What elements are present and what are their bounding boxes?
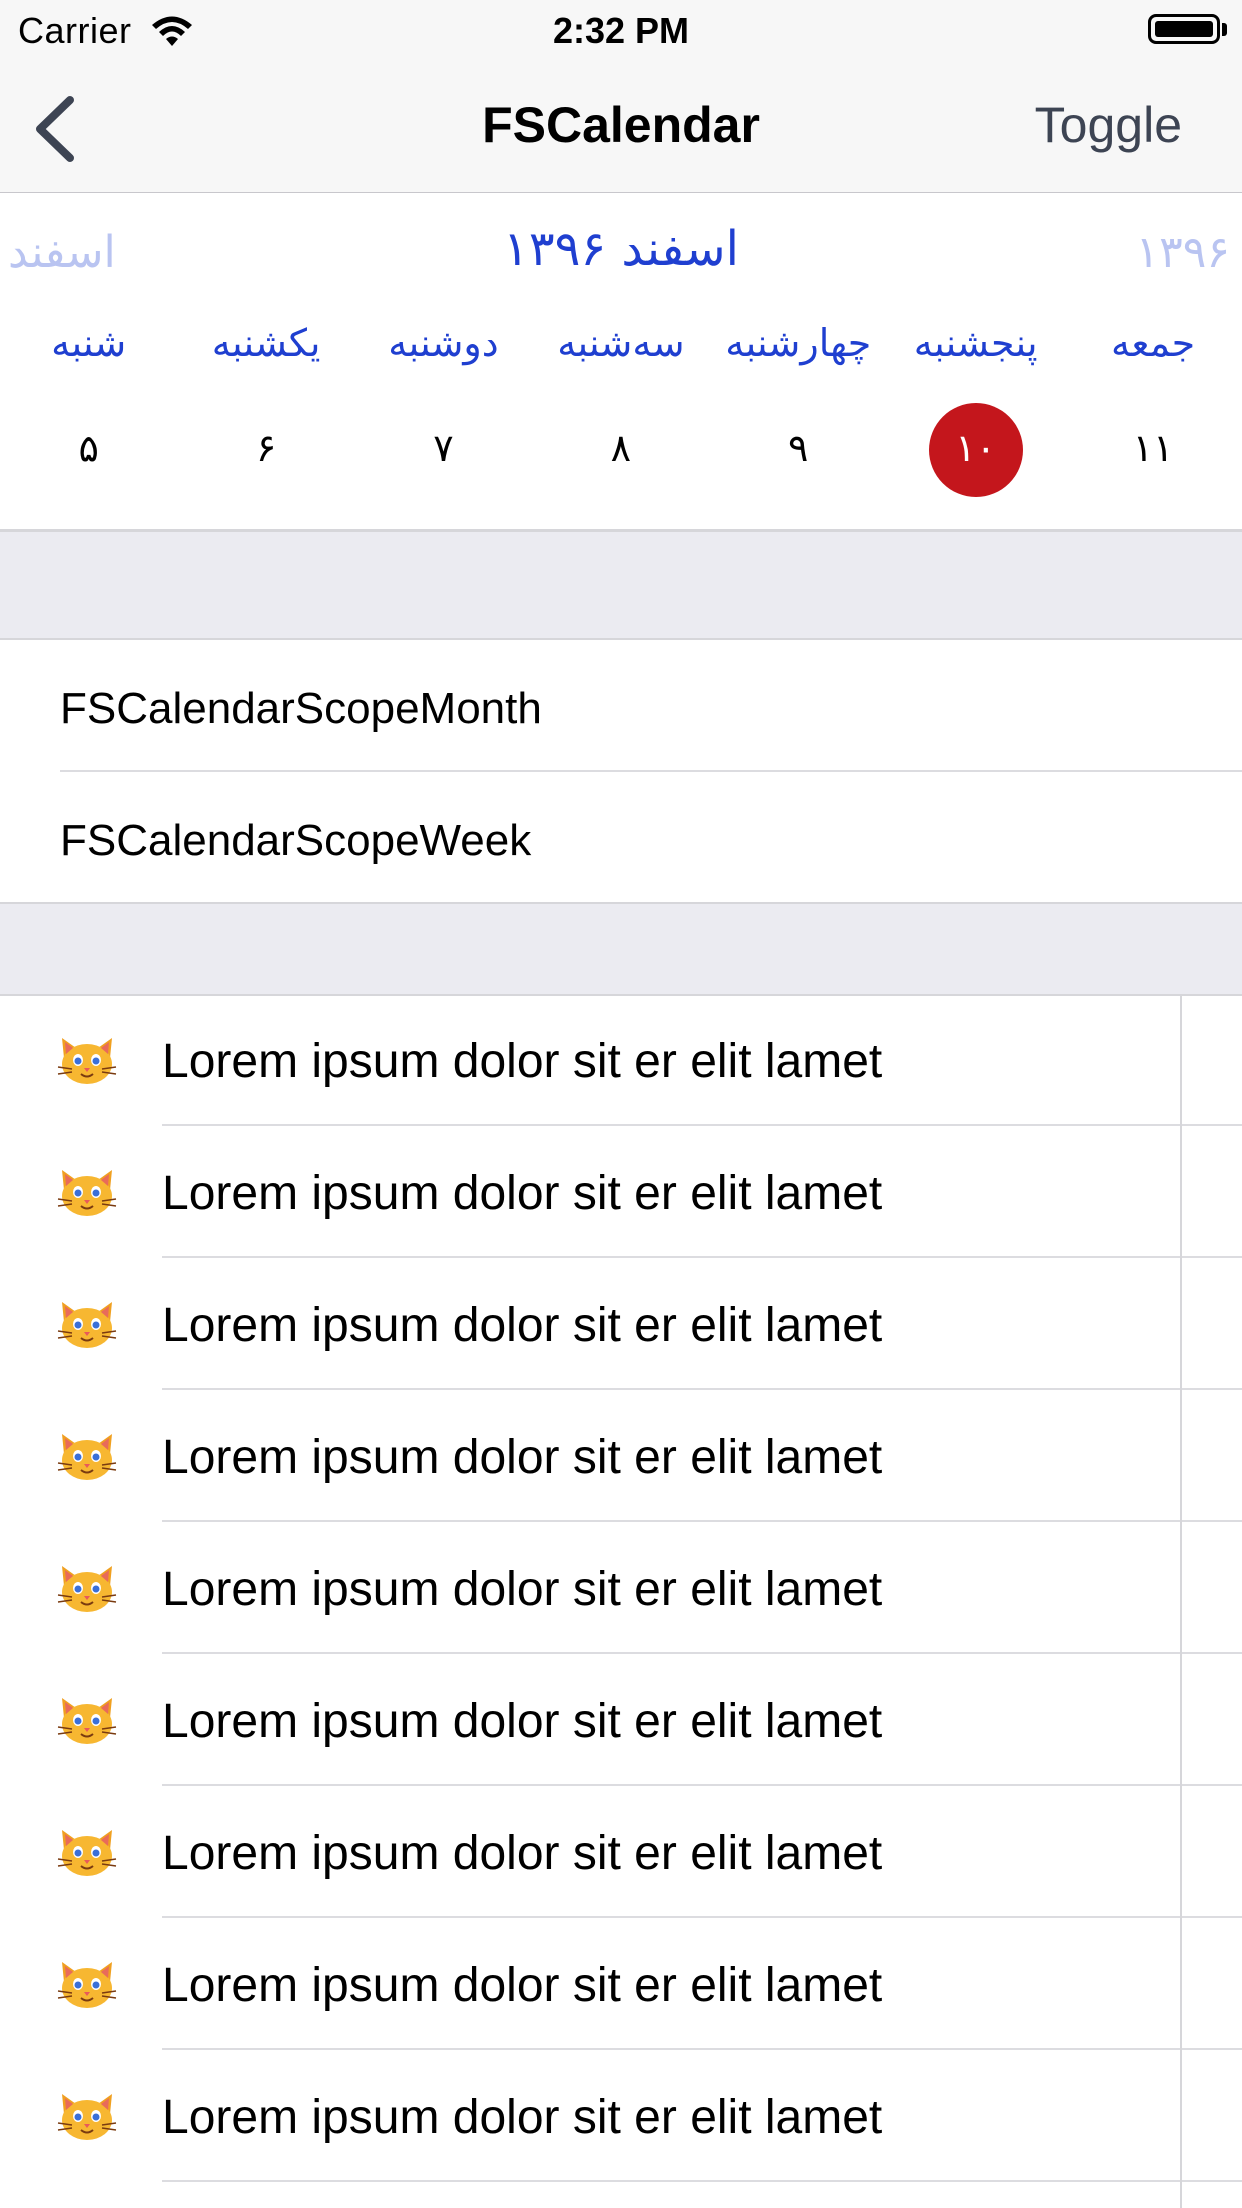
- weekday-tuesday: سه‌شنبه: [557, 321, 685, 365]
- day-number: ۷: [433, 426, 454, 470]
- weekday-friday: جمعه: [1110, 321, 1196, 365]
- day-number: ۱۱: [1132, 426, 1174, 470]
- calendar-day[interactable]: ۸: [532, 403, 709, 503]
- list-item[interactable]: Lorem ipsum dolor sit er elit lamet: [0, 1786, 1242, 1918]
- list-item-text: Lorem ipsum dolor sit er elit lamet: [162, 1695, 883, 1748]
- day-number: ۹: [788, 426, 809, 470]
- list-item-text: Lorem ipsum dolor sit er elit lamet: [162, 1827, 883, 1880]
- scope-week-row[interactable]: FSCalendarScopeWeek: [0, 772, 1242, 904]
- list-item[interactable]: Lorem ipsum dolor sit er elit lamet: [0, 1390, 1242, 1522]
- cat-face-icon: [57, 1829, 117, 1877]
- navigation-bar: Carrier 2:32 PM FSCalendar Toggle: [0, 0, 1242, 194]
- vertical-divider: [1180, 994, 1182, 2208]
- calendar: اسفند اسفند ۱۳۹۶ ۱۳۹۶ شنبه یکشنبه دوشنبه…: [0, 193, 1242, 532]
- cat-face-icon: [57, 1169, 117, 1217]
- list-item[interactable]: Lorem ipsum dolor sit er elit lamet: [0, 1522, 1242, 1654]
- day-number: ۶: [255, 426, 277, 470]
- weekday-saturday: شنبه: [51, 321, 127, 365]
- list-item-text: Lorem ipsum dolor sit er elit lamet: [162, 1035, 883, 1088]
- list-item-text: Lorem ipsum dolor sit er elit lamet: [162, 1167, 883, 1220]
- list-item[interactable]: Lorem ipsum dolor sit er elit lamet: [0, 1918, 1242, 2050]
- calendar-day-today[interactable]: ۱۰: [887, 403, 1064, 503]
- cat-face-icon: [57, 1697, 117, 1745]
- lorem-list: Lorem ipsum dolor sit er elit lamet Lore…: [0, 994, 1242, 2208]
- list-item[interactable]: Lorem ipsum dolor sit er elit lamet: [0, 1126, 1242, 1258]
- toggle-button[interactable]: Toggle: [1035, 96, 1182, 154]
- section-spacer: [0, 902, 1242, 996]
- scope-week-label: FSCalendarScopeWeek: [60, 816, 532, 865]
- scope-month-label: FSCalendarScopeMonth: [60, 684, 542, 733]
- cat-face-icon: [57, 1961, 117, 2009]
- calendar-day[interactable]: ۶: [177, 403, 354, 503]
- cat-face-icon: [57, 1433, 117, 1481]
- week-days-row: ۵ ۶ ۷ ۸ ۹ ۱۰ ۱۱: [0, 403, 1242, 503]
- day-number: ۸: [610, 426, 632, 470]
- list-item-text: Lorem ipsum dolor sit er elit lamet: [162, 1563, 883, 1616]
- list-item-text: Lorem ipsum dolor sit er elit lamet: [162, 1431, 883, 1484]
- weekday-wednesday: چهارشنبه: [725, 321, 872, 365]
- cat-face-icon: [57, 1565, 117, 1613]
- cat-face-icon: [57, 2093, 117, 2141]
- list-item[interactable]: Lorem ipsum dolor sit er elit lamet: [0, 1258, 1242, 1390]
- list-item[interactable]: Lorem ipsum dolor sit er elit lamet: [0, 1654, 1242, 1786]
- section-spacer: [0, 532, 1242, 640]
- list-item[interactable]: Lorem ipsum dolor sit er elit lamet: [0, 994, 1242, 1126]
- calendar-day[interactable]: ۵: [0, 403, 177, 503]
- day-number: ۵: [78, 426, 99, 470]
- weekday-monday: دوشنبه: [388, 321, 499, 365]
- battery-icon: [1148, 14, 1220, 44]
- status-time: 2:32 PM: [552, 10, 690, 51]
- weekday-thursday: پنجشنبه: [913, 321, 1038, 365]
- calendar-day[interactable]: ۹: [710, 403, 887, 503]
- list-item-text: Lorem ipsum dolor sit er elit lamet: [162, 2091, 883, 2144]
- calendar-day[interactable]: ۱۱: [1064, 403, 1241, 503]
- day-number: ۱۰: [955, 426, 997, 470]
- calendar-day[interactable]: ۷: [355, 403, 532, 503]
- list-item-text: Lorem ipsum dolor sit er elit lamet: [162, 1959, 883, 2012]
- weekday-sunday: یکشنبه: [211, 321, 321, 365]
- battery-cap: [1222, 23, 1227, 36]
- weekday-header: شنبه یکشنبه دوشنبه سه‌شنبه چهارشنبه پنجش…: [0, 321, 1242, 381]
- cat-face-icon: [57, 1301, 117, 1349]
- list-item[interactable]: Lorem ipsum dolor sit er elit lamet: [0, 2050, 1242, 2182]
- scope-month-row[interactable]: FSCalendarScopeMonth: [0, 640, 1242, 772]
- cat-face-icon: [57, 1037, 117, 1085]
- calendar-month-title: اسفند ۱۳۹۶: [503, 221, 739, 277]
- calendar-next-month[interactable]: ۱۳۹۶: [1135, 227, 1230, 278]
- list-item-text: Lorem ipsum dolor sit er elit lamet: [162, 1299, 883, 1352]
- row-divider: [162, 2180, 1242, 2182]
